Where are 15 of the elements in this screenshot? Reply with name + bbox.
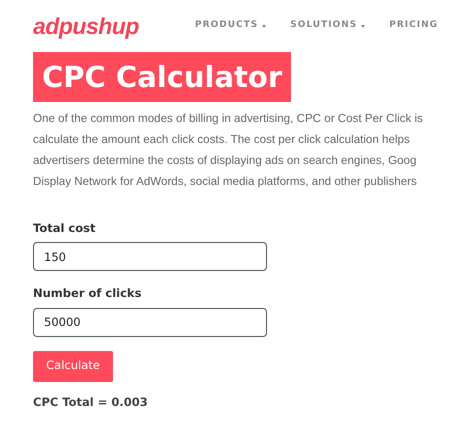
result-text: CPC Total = 0.003 [33, 394, 148, 410]
logo[interactable]: adpushup [33, 14, 139, 38]
input-field[interactable]: 50000 [33, 308, 267, 336]
nav-link[interactable]: PRICING [389, 19, 438, 33]
nav-link[interactable]: SOLUTIONS [290, 19, 366, 33]
field-label: Number of clicks [33, 285, 142, 302]
paragraph-line: advertisers determine the costs of displaying ads on search engines, Goog [33, 153, 418, 169]
paragraph-line: calculate the amount each click costs. The cost per click calculation helps [33, 132, 411, 148]
input-field[interactable]: 150 [33, 242, 267, 272]
paragraph-line: One of the common modes of billing in advertising, CPC or Cost Per Click is [33, 111, 424, 127]
field-label: Total cost [33, 220, 96, 237]
calculate-button[interactable]: Calculate [33, 350, 113, 382]
paragraph-line: Display Network for AdWords, social media platforms, and other publishers [33, 174, 418, 190]
nav-link[interactable]: PRODUCTS [195, 19, 266, 33]
page-title: CPC Calculator [33, 52, 292, 102]
